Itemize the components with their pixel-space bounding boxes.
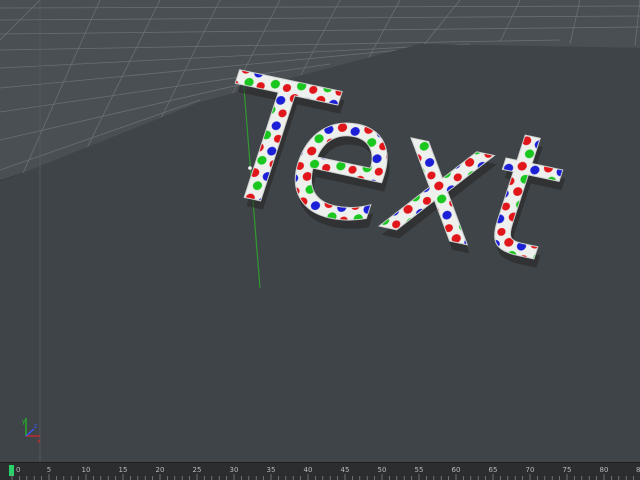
timeline-tick-label: 10 xyxy=(82,466,91,474)
timeline-tick-label: 20 xyxy=(156,466,165,474)
timeline-tick-label: 5 xyxy=(47,466,51,474)
timeline-tick-label: 45 xyxy=(341,466,350,474)
timeline-tick-label: 55 xyxy=(415,466,424,474)
playhead-marker[interactable] xyxy=(9,465,14,476)
timeline-tick-label: 80 xyxy=(600,466,609,474)
timeline-tick-label: 70 xyxy=(526,466,535,474)
timeline-tick-label: 0 xyxy=(16,466,20,474)
axis-z-label: z xyxy=(34,423,37,430)
timeline-tick-label: 60 xyxy=(452,466,461,474)
timeline-tick-label: 30 xyxy=(230,466,239,474)
viewport-canvas[interactable]: Text Text y x z xyxy=(0,0,640,462)
timeline-tick-label: 65 xyxy=(489,466,498,474)
timeline-tick-label: 75 xyxy=(563,466,572,474)
timeline-tick-label-partial: 8 xyxy=(636,466,640,474)
timeline-tick-label: 25 xyxy=(193,466,202,474)
timeline-tick-label: 15 xyxy=(119,466,128,474)
axis-x-label: x xyxy=(37,438,41,445)
timeline-ruler[interactable]: 0 5 10 15 20 25 30 35 40 45 50 55 60 65 70 75 80 8 xyxy=(0,462,640,480)
axis-y-label: y xyxy=(22,418,26,425)
timeline-tick-label: 50 xyxy=(378,466,387,474)
timeline-tick-label: 35 xyxy=(267,466,276,474)
3d-viewport[interactable]: Text Text y x z xyxy=(0,0,640,462)
timeline-tick-label: 40 xyxy=(304,466,313,474)
